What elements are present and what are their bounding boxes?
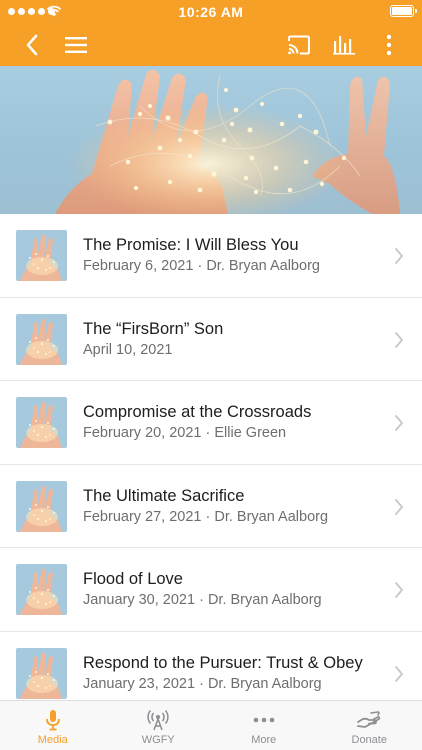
- sermon-subtitle: April 10, 2021: [83, 341, 173, 358]
- chevron-right-icon: [395, 248, 403, 264]
- microphone-icon: [45, 710, 60, 731]
- sermon-list-item[interactable]: The Ultimate Sacrifice February 27, 2021…: [0, 464, 422, 549]
- sermon-thumbnail: [16, 313, 67, 365]
- sermon-subtitle: January 23, 2021 · Dr. Bryan Aalborg: [83, 675, 322, 692]
- tab-bar: Media WGFY More Donate: [0, 700, 422, 750]
- sermon-list: The Promise: I Will Bless You February 6…: [0, 214, 422, 700]
- sermon-subtitle: February 20, 2021 · Ellie Green: [83, 425, 287, 442]
- ellipsis-icon: [253, 717, 275, 723]
- sermon-subtitle: February 27, 2021 · Dr. Bryan Aalborg: [83, 508, 329, 525]
- more-vertical-icon: [386, 34, 392, 56]
- status-bar: 10:26 AM: [0, 0, 422, 24]
- chevron-right-icon: [395, 415, 403, 432]
- tab-wgfy[interactable]: WGFY: [106, 701, 212, 750]
- cast-icon: [288, 35, 310, 55]
- donate-hand-icon: [357, 711, 381, 728]
- more-options-button[interactable]: [369, 24, 409, 66]
- sermon-thumbnail: [16, 647, 67, 699]
- sermon-list-item[interactable]: Respond to the Pursuer: Trust & Obey Jan…: [0, 631, 422, 700]
- hamburger-menu-icon: [65, 37, 87, 53]
- chevron-right-icon: [395, 498, 403, 515]
- sermon-thumbnail: [16, 564, 67, 616]
- sermon-list-item[interactable]: The Promise: I Will Bless You February 6…: [0, 214, 422, 298]
- hands-fairy-lights-illustration: [55, 69, 400, 214]
- sermon-thumbnail: [16, 480, 67, 532]
- nav-bar: [0, 24, 422, 66]
- tab-donate[interactable]: Donate: [317, 701, 422, 750]
- sermon-thumbnail: [16, 397, 67, 449]
- back-button[interactable]: [12, 24, 52, 66]
- tab-wgfy-label: WGFY: [141, 734, 175, 746]
- tab-more-label: More: [251, 734, 277, 746]
- sermon-list-item[interactable]: Compromise at the Crossroads February 20…: [0, 381, 422, 465]
- tab-media-label: Media: [37, 734, 68, 746]
- audio-button[interactable]: [324, 24, 364, 66]
- tab-more[interactable]: More: [211, 701, 317, 750]
- sermon-subtitle: February 6, 2021 · Dr. Bryan Aalborg: [83, 258, 320, 274]
- sermon-thumbnail: [16, 230, 67, 281]
- radio-tower-icon: [147, 710, 169, 731]
- chevron-right-icon: [395, 582, 403, 599]
- sermon-title: Flood of Love: [83, 570, 183, 589]
- chevron-left-icon: [26, 34, 38, 56]
- tab-media[interactable]: Media: [0, 701, 106, 750]
- battery-icon: [390, 5, 417, 17]
- menu-button[interactable]: [56, 24, 96, 66]
- chevron-right-icon: [395, 666, 403, 682]
- hero-banner-image: [0, 66, 422, 214]
- sermon-title: The Ultimate Sacrifice: [83, 486, 245, 505]
- chevron-right-icon: [395, 331, 403, 348]
- sermon-list-item[interactable]: Flood of Love January 30, 2021 · Dr. Bry…: [0, 548, 422, 632]
- cast-button[interactable]: [279, 24, 319, 66]
- sermon-title: Compromise at the Crossroads: [83, 403, 312, 422]
- sermon-title: Respond to the Pursuer: Trust & Obey: [83, 653, 363, 672]
- status-time: 10:26 AM: [178, 4, 244, 20]
- sermon-title: The Promise: I Will Bless You: [83, 236, 299, 254]
- sermon-list-item[interactable]: The “FirsBorn” Son April 10, 2021: [0, 297, 422, 382]
- sermon-title: The “FirsBorn” Son: [83, 319, 224, 338]
- tab-donate-label: Donate: [351, 734, 387, 746]
- sermon-subtitle: January 30, 2021 · Dr. Bryan Aalborg: [83, 592, 322, 609]
- audio-bars-icon: [333, 36, 355, 55]
